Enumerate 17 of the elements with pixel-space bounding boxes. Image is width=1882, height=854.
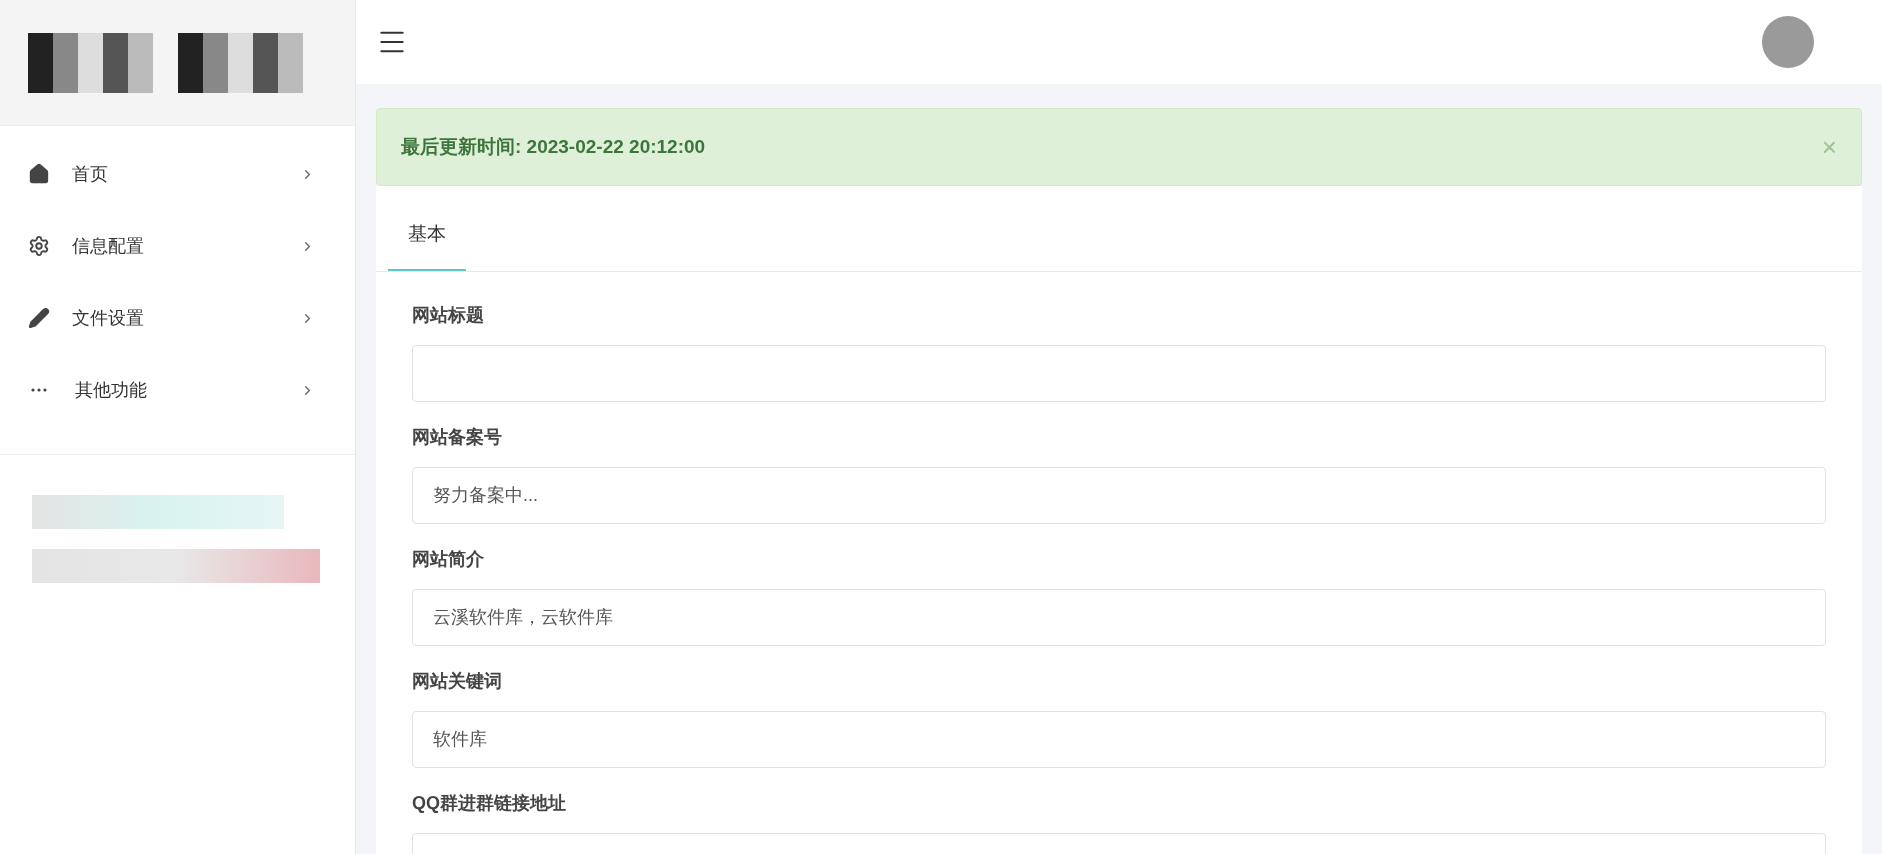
pencil-icon [28, 307, 50, 329]
field-label: QQ群进群链接地址 [412, 791, 567, 815]
field-label: 网站简介 [412, 547, 485, 571]
field-label: 网站关键词 [412, 669, 503, 693]
sidebar-item[interactable]: 信息配置 [0, 210, 355, 282]
avatar[interactable] [1762, 16, 1814, 68]
settings-icon [28, 235, 50, 257]
sidebar-item[interactable]: 其他功能 [0, 354, 355, 426]
home-icon [28, 163, 50, 185]
tab[interactable]: 基本 [388, 220, 466, 271]
more-icon [31, 388, 47, 392]
input-field[interactable] [412, 344, 1826, 402]
sidebar-item[interactable]: 首页 [0, 138, 355, 210]
alert-text: 最后更新时间: 2023-02-22 20:12:00 [401, 134, 707, 159]
field-label: 网站备案号 [412, 425, 503, 449]
sidebar-item[interactable]: 文件设置 [0, 282, 355, 354]
field-label: 网站标题 [412, 303, 485, 327]
